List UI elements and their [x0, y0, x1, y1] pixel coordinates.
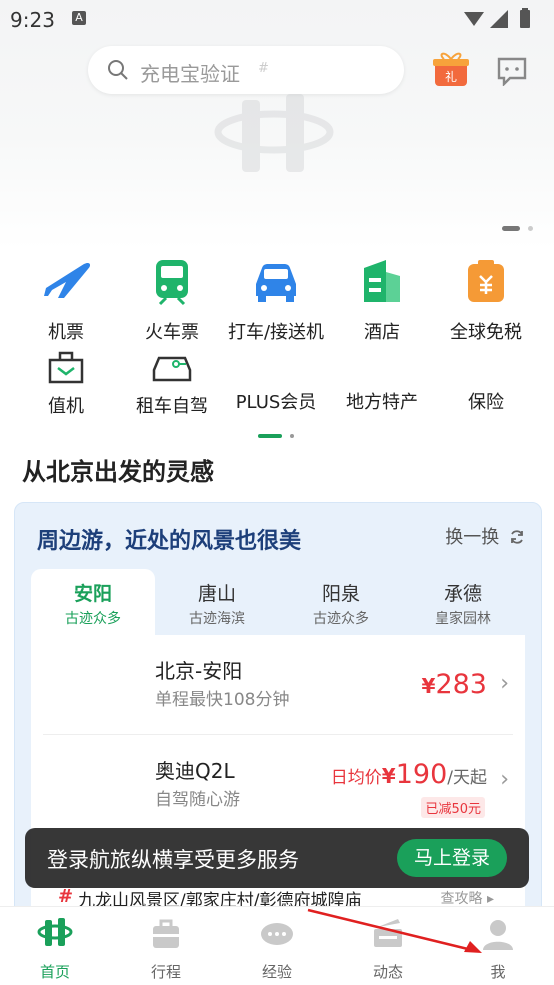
rental-car-icon — [152, 356, 192, 382]
plane-icon — [44, 262, 91, 298]
signal-battery-icon — [464, 8, 530, 28]
message-icon[interactable] — [496, 56, 528, 86]
price-suffix: /天起 — [447, 768, 487, 788]
price-value: 190 — [395, 759, 448, 790]
peek-text: 九龙山风景区/郭家庄村/彰德府城隍庙 — [78, 891, 362, 908]
gift-text: 礼 — [445, 69, 457, 84]
nav-label: 动态 — [372, 963, 403, 981]
discount-badge: 已减50元 — [421, 797, 485, 818]
service-rental-car[interactable]: 租车自驾 — [119, 350, 225, 418]
service-flights[interactable]: 机票 — [13, 258, 119, 344]
status-time: 9:23 — [10, 8, 55, 32]
status-bar: 9:23 A — [0, 0, 554, 38]
grid-dot — [290, 434, 294, 438]
car-icon — [256, 264, 296, 302]
service-label: 打车/接送机 — [227, 322, 325, 343]
item-price: ¥283 — [422, 669, 487, 700]
tab-sub: 古迹海滨 — [189, 611, 245, 627]
service-local-specialty[interactable]: 地方特产 — [329, 388, 435, 414]
tab-chengde[interactable]: 承德 皇家园林 — [401, 569, 525, 637]
home-logo-icon — [37, 918, 73, 946]
pager-dot-active — [502, 226, 520, 231]
tab-sub: 古迹众多 — [313, 611, 369, 627]
item-title: 北京-安阳 — [155, 659, 243, 683]
tab-tangshan[interactable]: 唐山 古迹海滨 — [155, 569, 279, 637]
chevron-right-icon: › — [500, 767, 509, 792]
notification-a-icon: A — [72, 11, 86, 25]
tab-yangquan[interactable]: 阳泉 古迹众多 — [279, 569, 403, 637]
price-currency: ¥ — [421, 674, 436, 698]
card-title: 周边游，近处的风景也很美 — [37, 529, 302, 554]
refresh-label: 换一换 — [445, 527, 500, 548]
service-label: 租车自驾 — [136, 396, 208, 417]
nav-label: 首页 — [39, 963, 70, 981]
chat-bubble-icon — [261, 923, 293, 945]
list-item-car-rental[interactable]: 奥迪Q2L 自驾随心游 日均价¥190/天起 已减50元 › — [31, 735, 525, 833]
search-icon — [108, 60, 128, 80]
service-train[interactable]: 火车票 — [119, 258, 225, 344]
chevron-right-icon: › — [500, 671, 509, 696]
search-placeholder: 充电宝验证 — [140, 62, 240, 86]
train-icon — [156, 260, 188, 306]
service-label: PLUS会员 — [235, 392, 317, 413]
service-label: 全球免税 — [450, 322, 522, 343]
service-checkin[interactable]: 值机 — [13, 350, 119, 418]
nav-label: 行程 — [150, 963, 181, 981]
peek-guide-link[interactable]: 查攻略 ▸ — [441, 888, 494, 908]
item-subtitle: 单程最快108分钟 — [155, 690, 290, 710]
refresh-button[interactable]: 换一换 — [445, 523, 525, 549]
tab-name: 阳泉 — [321, 583, 360, 605]
item-subtitle: 自驾随心游 — [155, 790, 240, 810]
checkin-icon — [48, 351, 84, 384]
pager-dot — [528, 226, 533, 231]
tab-name: 承德 — [443, 583, 482, 605]
tab-sub: 皇家园林 — [435, 611, 491, 627]
price-value: 283 — [435, 669, 487, 700]
login-toast: 登录航旅纵横享受更多服务 马上登录 — [25, 828, 529, 888]
tab-sub: 古迹众多 — [65, 611, 121, 627]
item-title: 奥迪Q2L — [155, 759, 235, 783]
service-label: 火车票 — [145, 322, 199, 343]
suitcase-icon — [153, 919, 179, 948]
peek-hash: # — [58, 886, 74, 907]
guide-peek-row[interactable]: # 九龙山风景区/郭家庄村/彰德府城隍庙 查攻略 ▸ — [46, 886, 510, 908]
nav-home[interactable]: 首页 — [5, 917, 105, 982]
login-button[interactable]: 马上登录 — [397, 839, 507, 877]
duty-free-icon — [468, 260, 504, 302]
nav-label: 我 — [490, 963, 506, 981]
annotation-arrow-icon — [307, 908, 482, 953]
service-label: 地方特产 — [346, 392, 418, 413]
price-currency: ¥ — [381, 764, 396, 788]
item-price: 日均价¥190/天起 — [331, 759, 487, 790]
service-label: 酒店 — [364, 322, 400, 343]
service-hotel[interactable]: 酒店 — [329, 258, 435, 344]
service-label: 机票 — [48, 322, 84, 343]
service-insurance[interactable]: 保险 — [433, 388, 539, 414]
nav-trips[interactable]: 行程 — [116, 917, 216, 982]
tab-anyang[interactable]: 安阳 古迹众多 — [31, 569, 155, 637]
service-duty-free[interactable]: 全球免税 — [433, 258, 539, 344]
service-plus-member[interactable]: PLUS会员 — [223, 388, 329, 414]
tab-name: 唐山 — [197, 583, 236, 605]
refresh-icon — [511, 530, 523, 544]
gift-icon[interactable]: 礼 — [432, 50, 470, 88]
service-label: 保险 — [468, 392, 504, 413]
service-label: 值机 — [48, 396, 84, 417]
city-tabs: 安阳 古迹众多 唐山 古迹海滨 阳泉 古迹众多 承德 皇家园林 — [31, 569, 525, 637]
search-bar[interactable]: 充电宝验证 # — [88, 46, 404, 94]
service-taxi[interactable]: 打车/接送机 — [223, 258, 329, 344]
hotel-icon — [364, 260, 400, 302]
tab-name: 安阳 — [73, 583, 112, 605]
grid-dot-active — [258, 434, 282, 438]
inspiration-title: 从北京出发的灵感 — [22, 458, 214, 486]
nav-label: 经验 — [261, 963, 292, 981]
price-prefix: 日均价 — [330, 768, 382, 788]
search-hash: # — [258, 61, 269, 76]
toast-text: 登录航旅纵横享受更多服务 — [47, 848, 299, 872]
list-item-train[interactable]: 北京-安阳 单程最快108分钟 ¥283 › — [31, 635, 525, 733]
watermark-logo — [214, 94, 334, 172]
